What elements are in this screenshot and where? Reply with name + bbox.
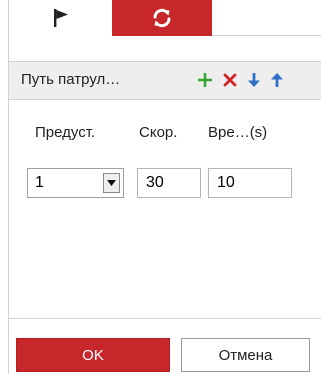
ok-button[interactable]: OK xyxy=(16,338,170,372)
arrow-up-icon[interactable] xyxy=(267,70,287,90)
column-header-speed: Скор. xyxy=(139,124,178,141)
patrol-toolbar: Путь патрул… xyxy=(9,61,321,100)
preset-select[interactable]: 1 xyxy=(27,168,124,198)
speed-input[interactable] xyxy=(137,168,201,198)
tab-bar xyxy=(9,0,321,36)
close-icon[interactable] xyxy=(220,70,240,90)
tab-presets[interactable] xyxy=(9,0,112,36)
plus-icon[interactable] xyxy=(195,70,215,90)
patrol-path-title: Путь патрул… xyxy=(21,71,121,88)
refresh-icon xyxy=(151,7,173,29)
flag-icon xyxy=(52,8,70,28)
chevron-down-icon[interactable] xyxy=(103,173,120,193)
column-header-time: Вре…(s) xyxy=(208,124,268,141)
tab-patrol[interactable] xyxy=(112,0,212,36)
time-input[interactable] xyxy=(208,168,292,198)
preset-select-value: 1 xyxy=(35,174,44,191)
patrol-panel: Путь патрул… Предуст. Скор. Вре…(s) 1 30… xyxy=(8,0,321,374)
column-header-preset: Предуст. xyxy=(35,124,96,141)
cancel-button[interactable]: Отмена xyxy=(181,338,310,372)
arrow-down-icon[interactable] xyxy=(244,70,264,90)
dialog-footer: OK Отмена xyxy=(9,318,321,374)
